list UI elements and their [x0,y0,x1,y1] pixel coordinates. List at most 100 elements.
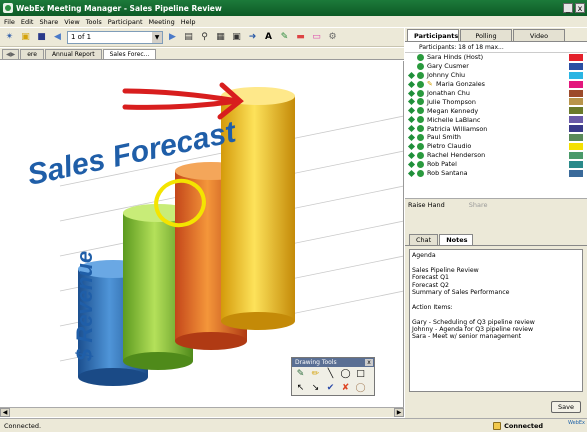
participant-row[interactable]: Rob Patel [405,160,587,169]
participant-row[interactable]: Paul Smith [405,133,587,142]
participant-row[interactable]: Michelle LaBlanc [405,115,587,124]
checkmark-icon[interactable]: ✔ [325,382,336,394]
menu-meeting[interactable]: Meeting [149,18,175,26]
participant-row[interactable]: Rachel Henderson [405,151,587,160]
share-button-disabled: Share [468,200,488,209]
x-mark-icon[interactable]: ✘ [340,382,351,394]
drawing-tools-palette[interactable]: Drawing Tools x ✎ ✏ ╲ ◯ □ ↖ ↘ ✔ ✘ ◯ [291,357,375,396]
line-icon[interactable]: ╲ [325,368,336,380]
participant-row[interactable]: ✎ Maria Gonzales [405,80,587,89]
participant-color-swatch [569,116,583,124]
menu-file[interactable]: File [4,18,15,26]
participant-color-swatch [569,98,583,106]
pen-icon[interactable]: ✎ [278,31,291,44]
color-picker-icon[interactable]: ◯ [355,382,366,394]
status-diamond-icon [407,116,416,124]
pointer-tool-icon[interactable]: ↘ [310,382,321,394]
participants-count: Participants: 18 of 18 max... [419,43,504,51]
participant-row[interactable]: Jonathan Chu [405,89,587,98]
tab-sales-forecast[interactable]: Sales Forec... [102,49,157,59]
close-button[interactable]: x [575,3,585,13]
menu-edit[interactable]: Edit [21,18,34,26]
tab-partial[interactable]: ere [20,49,44,59]
horizontal-scrollbar[interactable]: ◀ ▶ [0,407,404,417]
tab-scroll-left-icon[interactable]: ◀▶ [2,49,20,59]
share-icon[interactable]: ✴ [3,31,16,44]
participant-row[interactable]: Pietro Claudio [405,142,587,151]
menu-share[interactable]: Share [39,18,58,26]
status-diamond-icon [407,151,416,159]
participant-row[interactable]: Johnny Chiu [405,71,587,80]
phone-status-icon [417,116,424,124]
highlighter-icon[interactable]: ▬ [294,31,307,44]
page-selector[interactable]: 1 of 1 ▼ [67,30,163,44]
menu-participant[interactable]: Participant [108,18,143,26]
slide-view-icon[interactable]: ▦ [214,31,227,44]
connection-label: Connected [504,421,543,430]
status-diamond-icon [407,71,416,79]
scroll-right-icon[interactable]: ▶ [394,408,404,417]
ellipse-tool-icon[interactable]: ◯ [340,368,351,380]
annotator-pen-icon: ✎ [427,80,433,89]
presentation-canvas[interactable]: Sales Forecast $ Revenue [0,61,404,407]
fit-page-icon[interactable]: ▤ [182,31,195,44]
status-diamond-icon [407,98,416,106]
rectangle-tool-icon[interactable]: □ [355,368,366,380]
display-icon[interactable]: ▣ [230,31,243,44]
pencil-icon[interactable]: ✎ [295,368,306,380]
drawing-tools-header[interactable]: Drawing Tools x [292,358,374,367]
next-page-icon[interactable]: ▶ [166,31,179,44]
zoom-icon[interactable]: ⚲ [198,31,211,44]
tab-polling[interactable]: Polling [460,29,512,41]
status-text: Connected. [4,421,42,430]
participant-name: Sara Hinds (Host) [427,53,484,62]
tab-annual-report[interactable]: Annual Report [44,49,102,59]
chevron-down-icon[interactable]: ▼ [152,31,162,43]
participant-row[interactable]: Gary Cusmer [405,62,587,71]
menu-view[interactable]: View [64,18,79,26]
tab-notes[interactable]: Notes [439,234,474,245]
previous-page-icon[interactable]: ◀ [51,31,64,44]
participant-row[interactable]: Megan Kennedy [405,106,587,115]
phone-status-icon [417,71,424,79]
slide-ylabel: $ Revenue [72,251,97,362]
status-diamond-icon [407,80,416,88]
participant-row[interactable]: Patricia Williamson [405,124,587,133]
settings-icon[interactable]: ⚙ [326,31,339,44]
scroll-track[interactable] [10,408,394,417]
participant-color-swatch [569,53,583,61]
participant-row[interactable]: Julie Thompson [405,97,587,106]
menu-tools[interactable]: Tools [86,18,102,26]
pointer-icon[interactable]: ➜ [246,31,259,44]
tab-video[interactable]: Video [513,29,565,41]
participant-row[interactable]: Sara Hinds (Host) [405,53,587,62]
tab-participants[interactable]: Participants [407,29,459,41]
eraser-icon[interactable]: ▭ [310,31,323,44]
menu-bar: File Edit Share View Tools Participant M… [0,16,587,27]
text-tool-icon[interactable]: A [262,31,275,44]
phone-status-icon [417,62,424,70]
document-tabs: ◀▶ ere Annual Report Sales Forec... [0,48,404,60]
save-icon[interactable]: ■ [35,31,48,44]
panel-tabs: Participants Polling Video [405,28,587,42]
phone-status-icon [417,98,424,106]
menu-help[interactable]: Help [181,18,196,26]
status-diamond-icon [407,125,416,133]
open-folder-icon[interactable]: ▣ [19,31,32,44]
minimize-button[interactable]: _ [563,3,573,13]
arrow-tool-icon[interactable]: ↖ [295,382,306,394]
participant-row[interactable]: Rob Santana [405,169,587,178]
phone-status-icon [417,142,424,150]
drawing-tools-close-icon[interactable]: x [365,359,373,366]
raise-hand-button[interactable]: Raise Hand [408,201,445,209]
phone-status-icon [417,125,424,133]
save-button[interactable]: Save [551,401,581,413]
marker-icon[interactable]: ✏ [310,368,321,380]
phone-status-icon [417,107,424,115]
participant-list[interactable]: Sara Hinds (Host) Gary Cusmer Johnny Chiu ✎… [405,53,587,198]
scroll-left-icon[interactable]: ◀ [0,408,10,417]
tab-chat[interactable]: Chat [409,234,439,245]
participant-name: Patricia Williamson [427,124,488,133]
notes-textarea[interactable]: Agenda Sales Pipeline Review Forecast Q1… [409,249,583,392]
red-arrow-annotation [122,82,244,120]
